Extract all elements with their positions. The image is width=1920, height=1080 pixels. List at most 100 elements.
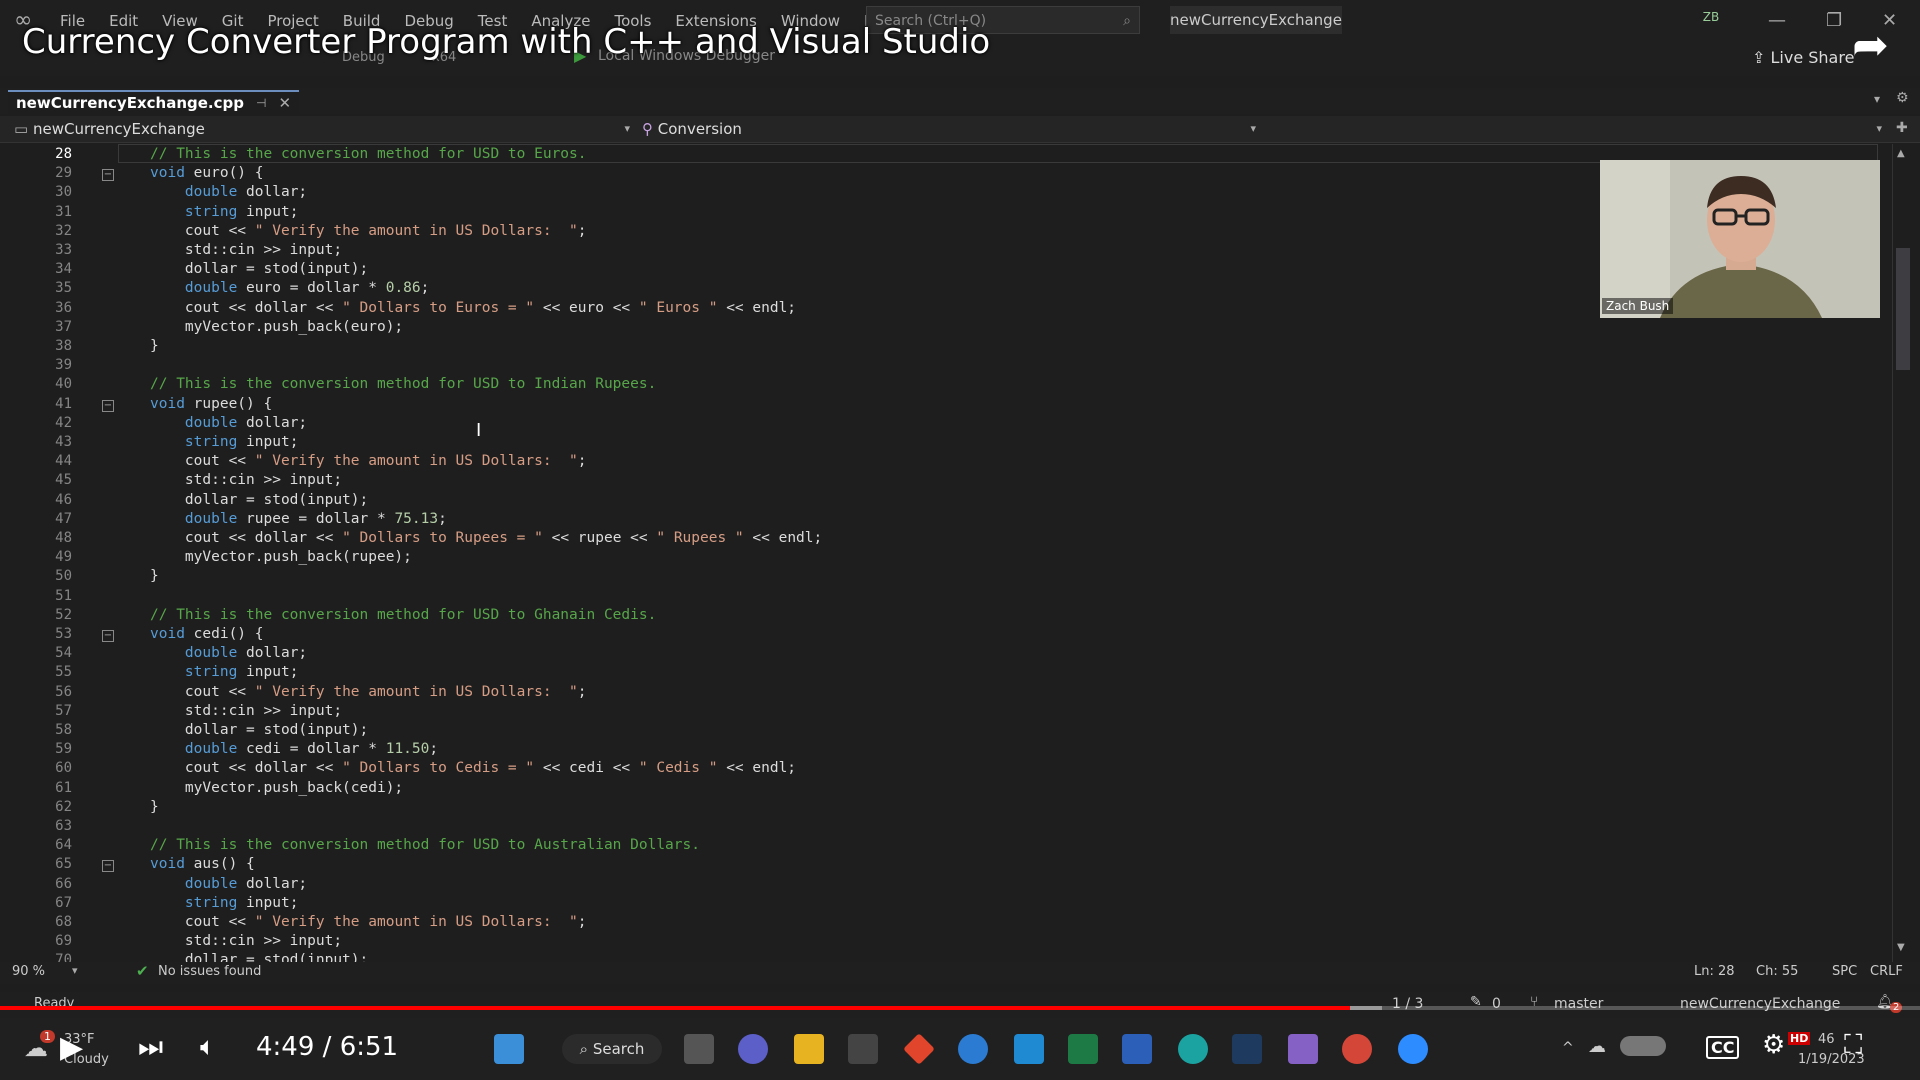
volume-icon[interactable]: 🔈︎ xyxy=(200,1032,216,1063)
windows-start-icon[interactable] xyxy=(494,1034,524,1064)
scroll-down-icon[interactable]: ▼ xyxy=(1897,942,1905,953)
code-line[interactable]: std::cin >> input; xyxy=(150,472,342,488)
task-view-icon[interactable] xyxy=(684,1034,714,1064)
code-line[interactable]: void rupee() { xyxy=(150,396,272,412)
code-line[interactable]: dollar = stod(input); xyxy=(150,722,368,738)
code-line[interactable]: // This is the conversion method for USD… xyxy=(150,837,700,853)
visual-studio-icon[interactable] xyxy=(1288,1034,1318,1064)
code-line[interactable]: double dollar; xyxy=(150,645,307,661)
code-line[interactable]: } xyxy=(150,568,159,584)
code-line[interactable]: cout << " Verify the amount in US Dollar… xyxy=(150,223,587,239)
tab-filename: newCurrencyExchange.cpp xyxy=(16,94,244,112)
code-line[interactable]: double dollar; xyxy=(150,415,307,431)
code-line[interactable]: double cedi = dollar * 11.50; xyxy=(150,741,438,757)
file-explorer-icon[interactable] xyxy=(794,1034,824,1064)
tab-file[interactable]: newCurrencyExchange.cpp ⊣ ✕ xyxy=(8,90,300,114)
code-line[interactable]: cout << " Verify the amount in US Dollar… xyxy=(150,684,587,700)
code-line[interactable]: string input; xyxy=(150,895,299,911)
code-line[interactable]: std::cin >> input; xyxy=(150,703,342,719)
fold-toggle-icon[interactable]: − xyxy=(102,169,114,182)
code-line[interactable]: cout << dollar << " Dollars to Rupees = … xyxy=(150,530,822,546)
code-line[interactable]: myVector.push_back(rupee); xyxy=(150,549,412,565)
restore-icon[interactable]: ❐ xyxy=(1826,10,1842,31)
zoom-chevron-icon[interactable]: ▾ xyxy=(72,964,78,977)
split-icon[interactable]: ✚ xyxy=(1896,120,1908,136)
code-line[interactable]: // This is the conversion method for USD… xyxy=(150,376,656,392)
member-dropdown[interactable]: ▾ xyxy=(1268,118,1882,140)
line-number: 31 xyxy=(55,203,72,220)
code-line[interactable]: void euro() { xyxy=(150,165,264,181)
tray-chevron-icon[interactable]: ^ xyxy=(1562,1040,1574,1056)
cc-icon[interactable]: CC xyxy=(1706,1036,1740,1059)
fold-toggle-icon[interactable]: − xyxy=(102,399,114,412)
code-line[interactable]: void cedi() { xyxy=(150,626,264,642)
code-line[interactable]: cout << " Verify the amount in US Dollar… xyxy=(150,914,587,930)
project-dropdown[interactable]: ▭ newCurrencyExchange ▾ xyxy=(14,118,630,140)
line-number: 66 xyxy=(55,875,72,892)
play-icon[interactable]: ▶ xyxy=(60,1030,83,1065)
code-line[interactable]: // This is the conversion method for USD… xyxy=(150,607,656,623)
code-line[interactable]: cout << dollar << " Dollars to Cedis = "… xyxy=(150,760,796,776)
code-line[interactable]: void aus() { xyxy=(150,856,255,872)
next-icon[interactable]: ⏭ xyxy=(138,1030,163,1064)
code-line[interactable]: double rupee = dollar * 75.13; xyxy=(150,511,447,527)
settings-icon[interactable]: ⚙ xyxy=(1762,1030,1785,1060)
line-number: 57 xyxy=(55,702,72,719)
user-avatar[interactable]: ZB xyxy=(1698,10,1724,30)
teams-icon[interactable] xyxy=(738,1034,768,1064)
code-line[interactable]: double dollar; xyxy=(150,876,307,892)
fullscreen-icon[interactable]: ⛶ xyxy=(1844,1030,1862,1061)
line-number: 38 xyxy=(55,338,72,354)
line-ending[interactable]: CRLF xyxy=(1870,964,1903,979)
code-line[interactable]: myVector.push_back(cedi); xyxy=(150,780,403,796)
autoplay-toggle[interactable] xyxy=(1620,1036,1666,1056)
line-number: 63 xyxy=(55,818,72,834)
zoom-icon[interactable] xyxy=(1398,1034,1428,1064)
code-line[interactable]: } xyxy=(150,799,159,815)
live-share-button[interactable]: ⇪ Live Share xyxy=(1752,48,1854,67)
pin-icon[interactable]: ⊣ xyxy=(256,92,266,114)
app-icon[interactable] xyxy=(958,1034,988,1064)
code-line[interactable]: std::cin >> input; xyxy=(150,242,342,258)
scroll-up-icon[interactable]: ▲ xyxy=(1897,148,1905,159)
code-line[interactable]: double euro = dollar * 0.86; xyxy=(150,280,429,296)
code-line[interactable]: // This is the conversion method for USD… xyxy=(150,146,587,162)
code-line[interactable]: string input; xyxy=(150,204,299,220)
code-line[interactable]: dollar = stod(input); xyxy=(150,492,368,508)
code-line[interactable]: cout << " Verify the amount in US Dollar… xyxy=(150,453,587,469)
code-line[interactable]: double dollar; xyxy=(150,184,307,200)
fold-toggle-icon[interactable]: − xyxy=(102,630,114,642)
solution-title: newCurrencyExchange xyxy=(1170,6,1342,34)
tab-close-icon[interactable]: ✕ xyxy=(278,92,291,114)
share-arrow-icon[interactable]: ➦ xyxy=(1852,20,1889,71)
code-line[interactable]: std::cin >> input; xyxy=(150,933,342,949)
excel-icon[interactable] xyxy=(1068,1034,1098,1064)
scrollbar-thumb[interactable] xyxy=(1896,248,1910,370)
code-line[interactable]: dollar = stod(input); xyxy=(150,261,368,277)
word-icon[interactable] xyxy=(1122,1034,1152,1064)
code-line[interactable]: } xyxy=(150,338,159,354)
line-number: 36 xyxy=(55,299,72,316)
code-line[interactable]: cout << dollar << " Dollars to Euros = "… xyxy=(150,300,796,316)
code-line[interactable]: dollar = stod(input); xyxy=(150,952,368,962)
store-icon[interactable] xyxy=(848,1034,878,1064)
issues-label[interactable]: No issues found xyxy=(158,964,261,979)
line-number: 65 xyxy=(55,856,72,873)
chrome-icon[interactable] xyxy=(1342,1034,1372,1064)
code-line[interactable]: string input; xyxy=(150,664,299,680)
taskbar-search[interactable]: ⌕ Search xyxy=(562,1034,662,1064)
edge-icon[interactable] xyxy=(1178,1034,1208,1064)
fold-toggle-icon[interactable]: − xyxy=(102,860,114,873)
minimize-icon[interactable]: — xyxy=(1768,10,1786,31)
scope-dropdown[interactable]: ⚲ Conversion ▾ xyxy=(642,118,1256,140)
tab-overflow-icon[interactable]: ▾ xyxy=(1874,92,1880,106)
terminal-icon[interactable] xyxy=(1232,1034,1262,1064)
onedrive-icon[interactable]: ☁ xyxy=(1588,1036,1606,1057)
whitespace-mode[interactable]: SPC xyxy=(1832,964,1857,979)
zoom-level[interactable]: 90 % xyxy=(12,964,45,979)
vscode-icon[interactable] xyxy=(1014,1034,1044,1064)
code-line[interactable]: string input; xyxy=(150,434,299,450)
code-line[interactable]: myVector.push_back(euro); xyxy=(150,319,403,335)
text-cursor-icon: I xyxy=(476,420,482,441)
settings-gear-icon[interactable]: ⚙ xyxy=(1896,90,1909,106)
